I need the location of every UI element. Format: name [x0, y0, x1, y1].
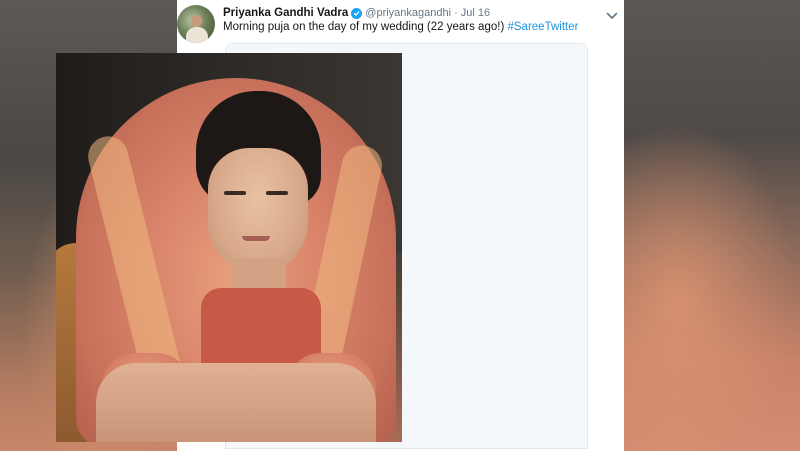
- photo-eye-right: [266, 191, 288, 195]
- tweet-body: Morning puja on the day of my wedding (2…: [223, 21, 505, 33]
- blurred-background-right: [624, 0, 800, 451]
- avatar-face: [191, 15, 202, 27]
- tweet-date[interactable]: Jul 16: [461, 7, 490, 19]
- avatar[interactable]: [177, 5, 215, 43]
- hashtag-link[interactable]: #SareeTwitter: [507, 21, 578, 33]
- verified-badge-icon: [351, 7, 363, 19]
- photo-mouth: [242, 236, 270, 241]
- tweet-text: Morning puja on the day of my wedding (2…: [223, 21, 578, 33]
- header-separator: ·: [454, 7, 458, 19]
- photo-arms: [96, 363, 376, 442]
- photo-face: [208, 148, 308, 273]
- tweet-header: Priyanka Gandhi Vadra @priyankagandhi · …: [223, 5, 490, 21]
- avatar-body: [186, 27, 208, 43]
- author-name[interactable]: Priyanka Gandhi Vadra: [223, 7, 348, 19]
- author-handle[interactable]: @priyankagandhi: [365, 7, 451, 19]
- photo-eye-left: [224, 191, 246, 195]
- chevron-down-icon[interactable]: [606, 8, 618, 19]
- tweet-photo[interactable]: [56, 53, 402, 442]
